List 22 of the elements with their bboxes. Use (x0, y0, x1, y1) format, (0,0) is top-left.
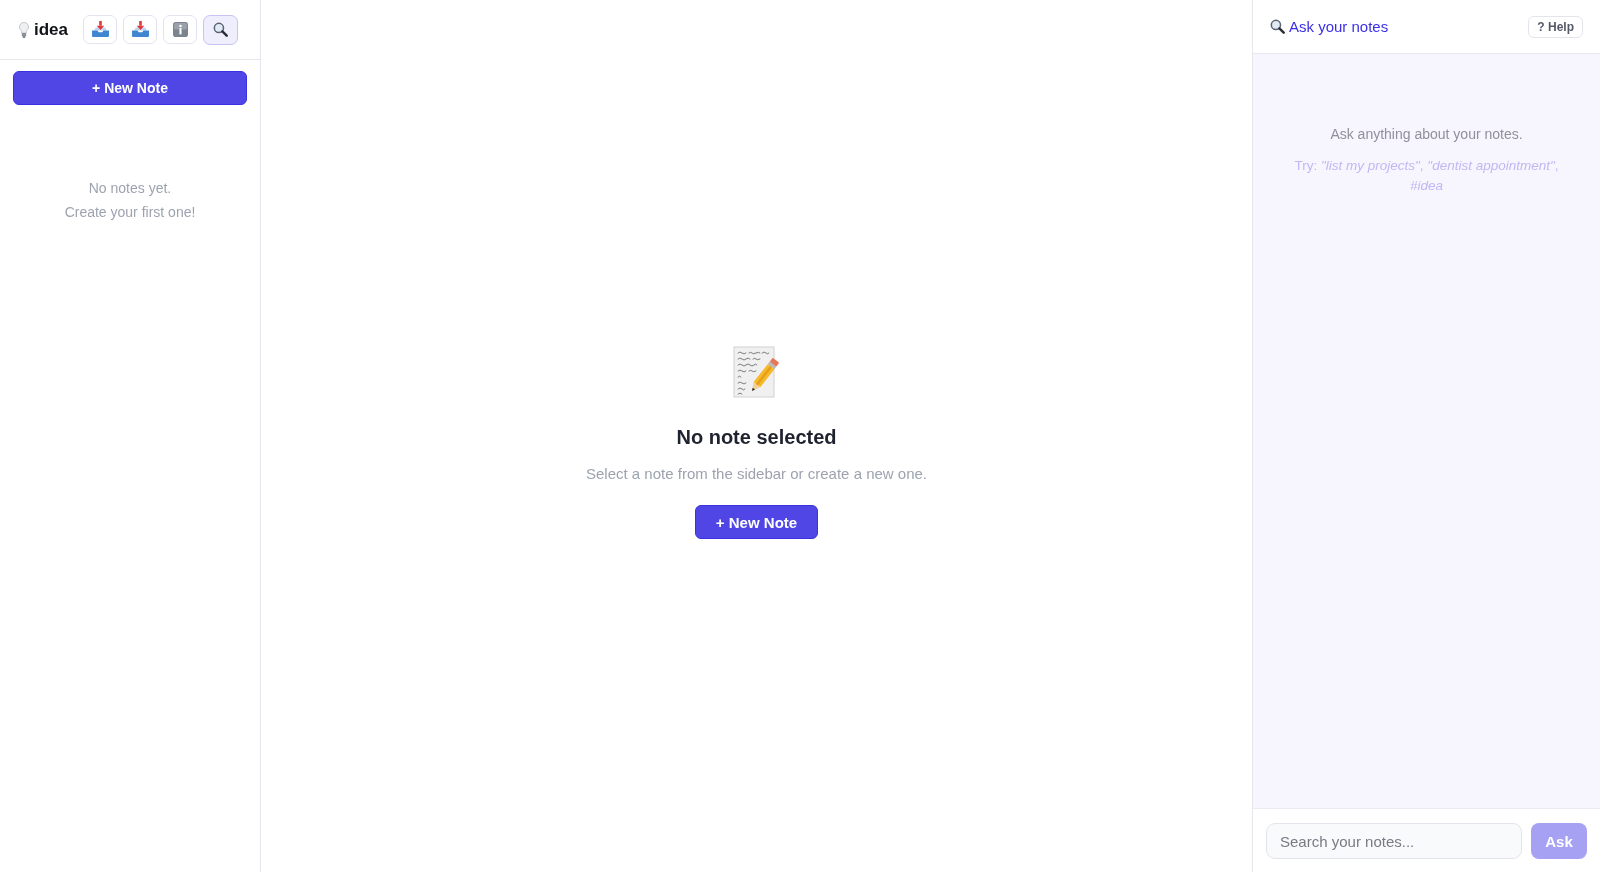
help-button[interactable]: ? Help (1528, 15, 1583, 38)
empty-state-message: Select a note from the sidebar or create a new one. (586, 464, 927, 484)
tray-button[interactable] (123, 14, 158, 44)
empty-state-title: No note selected (676, 425, 837, 449)
tray-arrow-icon (91, 21, 109, 37)
assistant-title: Ask your notes (1289, 18, 1389, 35)
assistant-intro-text: Ask anything about your notes. (1330, 125, 1523, 144)
tray-button[interactable] (83, 14, 118, 44)
new-note-button[interactable]: + New Note (13, 71, 247, 105)
light-bulb-icon (19, 21, 29, 38)
new-note-button[interactable]: + New Note (694, 505, 819, 539)
app-logo-text: idea (34, 19, 69, 40)
empty-notes-text: No notes yet. (88, 179, 172, 198)
search-field[interactable]: Search your notes... (1266, 823, 1522, 859)
tray-arrow-icon (131, 21, 149, 37)
empty-notes-text: Create your first one! (64, 203, 196, 222)
info-icon (172, 21, 188, 37)
search-icon (1270, 19, 1285, 34)
search-icon (213, 22, 229, 37)
suggestions-text: Try: "list my projects", "dentist appointment", #idea (1293, 157, 1560, 195)
info-button[interactable] (163, 14, 198, 44)
search-button[interactable] (203, 14, 239, 45)
